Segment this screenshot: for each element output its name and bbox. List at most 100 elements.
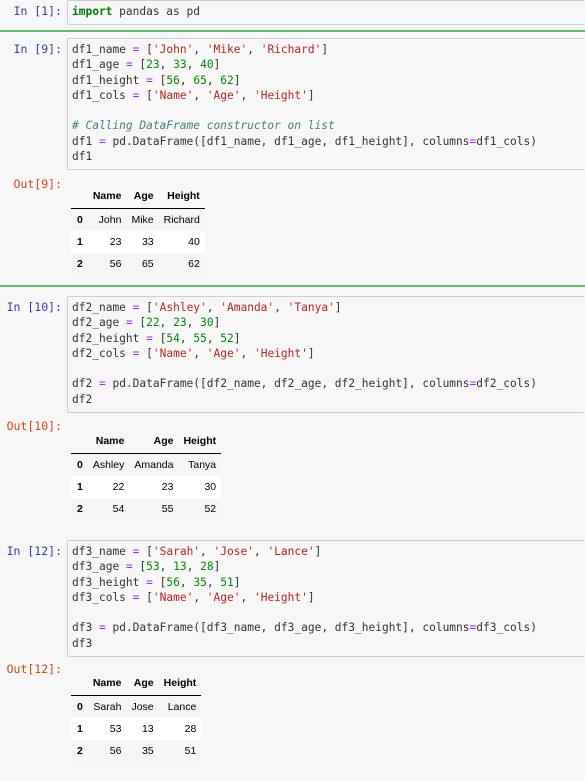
code-operator: = — [125, 316, 133, 330]
code-text: , — [206, 301, 221, 314]
code-line: # Calling DataFrame constructor on list — [72, 118, 581, 133]
code-text: , — [193, 590, 207, 604]
table-cell: 55 — [161, 503, 174, 515]
code-text: , — [193, 43, 207, 56]
code-string: 'Age' — [206, 88, 241, 102]
code-number: 23 — [173, 316, 187, 330]
code-text: 3 — [489, 621, 497, 635]
code-text: df — [72, 346, 86, 360]
code-text: , — [159, 560, 174, 574]
code-operator: = — [146, 73, 153, 87]
code-cell-4[interactable]: In [12]: df3_name = ['Sarah', 'Jose', 'L… — [0, 536, 585, 781]
column-header: Height — [158, 671, 202, 696]
column-header: Name — [87, 429, 130, 454]
table-cell: John — [98, 214, 122, 226]
code-input[interactable]: import pandas as pd — [67, 0, 585, 25]
code-text: _age — [92, 560, 126, 574]
code-input[interactable]: df1_name = ['John', 'Mike', 'Richard'] df… — [67, 38, 585, 170]
code-line: df1_height = [56, 65, 62] — [72, 73, 581, 88]
code-text: , — [206, 575, 221, 589]
code-text: df — [72, 545, 86, 558]
table-row: 2 56 65 62 — [71, 253, 205, 275]
output-area: Name Age Height 0 Ashley Amanda Tanya 1 22 23 30 2 5… — [67, 417, 585, 520]
code-text: , — [186, 316, 201, 330]
code-text: _height], columns — [355, 134, 470, 148]
code-line: df2 — [72, 392, 581, 407]
table-cell: Lance — [167, 701, 197, 713]
code-text: [ — [139, 590, 153, 604]
code-text: [ — [139, 88, 153, 102]
in-prompt: In [9]: — [13, 42, 62, 56]
code-line: df3_name = ['Sarah', 'Jose', 'Lance'] — [72, 544, 581, 559]
code-text: _name — [92, 301, 133, 314]
code-operator: = — [125, 560, 133, 574]
code-text: df — [72, 43, 86, 56]
code-text: , — [159, 316, 174, 330]
code-text: ] — [233, 73, 241, 87]
in-prompt: In [10]: — [6, 300, 62, 314]
column-header: Name — [87, 184, 127, 209]
code-number: 53 — [146, 560, 160, 574]
table-cell: Tanya — [188, 459, 217, 471]
row-index: 0 — [77, 701, 83, 713]
table-header-row: Name Age Height — [71, 429, 222, 454]
code-text: ] — [213, 316, 221, 330]
table-cell: Ashley — [92, 459, 125, 471]
code-string: 'Ashley' — [152, 301, 207, 314]
code-number: 35 — [193, 575, 207, 589]
code-text: pd.DataFrame([df — [105, 621, 221, 635]
code-number: 56 — [166, 73, 180, 87]
code-input[interactable]: df2_name = ['Ashley', 'Amanda', 'Tanya']… — [67, 296, 585, 413]
table-row: 0 John Mike Richard — [71, 208, 205, 231]
column-header: Age — [126, 671, 159, 696]
code-text: 1 — [220, 134, 227, 148]
code-text: , — [159, 58, 174, 72]
code-number: 55 — [193, 331, 207, 345]
code-cell-1[interactable]: In [1]: import pandas as pd — [0, 0, 585, 28]
code-text: _name, df — [227, 377, 288, 391]
code-text: df — [72, 590, 86, 604]
table-cell: 53 — [109, 723, 122, 735]
code-text: , — [253, 545, 268, 558]
code-line: df3 — [72, 636, 581, 651]
code-text: df — [72, 316, 86, 330]
code-cell-2[interactable]: In [9]: df1_name = ['John', 'Mike', 'Ric… — [0, 36, 585, 275]
index-header — [71, 429, 88, 454]
code-string: 'Amanda' — [220, 301, 275, 314]
table-cell: 40 — [188, 236, 200, 248]
row-index: 2 — [77, 503, 83, 515]
code-line: df3_age = [53, 13, 28] — [72, 559, 581, 574]
code-text: , — [274, 301, 288, 314]
table-row: 2 54 55 52 — [71, 498, 222, 520]
in-prompt: In [1]: — [13, 4, 62, 18]
code-text: _name, df — [227, 134, 288, 148]
code-number: 65 — [193, 73, 207, 87]
row-index: 1 — [77, 723, 83, 735]
code-text: [ — [139, 301, 153, 314]
code-text: , — [240, 346, 254, 360]
code-number: 23 — [146, 58, 160, 72]
code-text: df — [72, 621, 86, 635]
code-text: , — [240, 590, 254, 604]
code-text: df — [72, 331, 86, 345]
code-text: , — [179, 331, 194, 345]
code-text: _name — [92, 43, 133, 56]
code-text: , — [247, 43, 261, 56]
code-text: _height — [92, 575, 147, 589]
code-string: 'Lance' — [267, 545, 315, 558]
table-cell: 51 — [184, 745, 197, 757]
column-header: Age — [126, 184, 159, 209]
code-text: _cols) — [496, 621, 537, 635]
code-string: 'Richard' — [260, 43, 322, 56]
code-text: [ — [139, 43, 153, 56]
code-string: 'Sarah' — [152, 545, 201, 558]
code-input[interactable]: df3_name = ['Sarah', 'Jose', 'Lance'] df3… — [67, 540, 585, 657]
code-text: , — [193, 346, 207, 360]
code-string: 'Name' — [152, 88, 194, 102]
code-string: 'Jose' — [213, 545, 254, 558]
code-cell-3[interactable]: In [10]: df2_name = ['Ashley', 'Amanda',… — [0, 292, 585, 522]
out-prompt: Out[9]: — [13, 177, 62, 191]
code-string: 'Height' — [253, 590, 308, 604]
